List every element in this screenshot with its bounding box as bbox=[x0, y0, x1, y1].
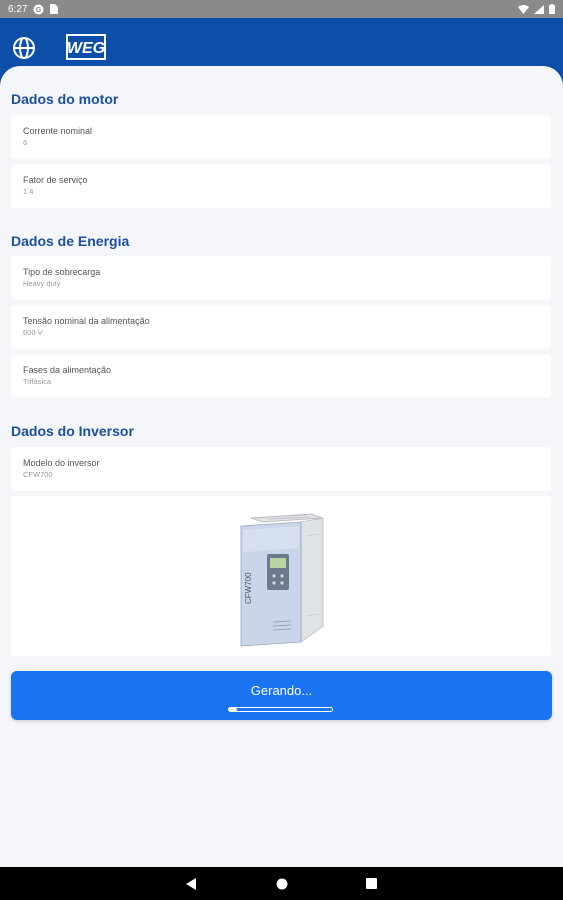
field-fases-alimentacao[interactable]: Fases da alimentação Trifásica bbox=[11, 354, 551, 398]
section-title-inverter: Dados do Inversor bbox=[11, 423, 134, 439]
field-tipo-sobrecarga[interactable]: Tipo de sobrecarga Heavy duty bbox=[11, 256, 551, 300]
field-corrente-nominal[interactable]: Corrente nominal 6 bbox=[11, 115, 551, 159]
field-label: Modelo do inversor bbox=[23, 458, 100, 468]
main-content: Dados do motor Corrente nominal 6 Fator … bbox=[0, 66, 563, 867]
signal-icon bbox=[534, 4, 544, 14]
field-label: Tipo de sobrecarga bbox=[23, 267, 101, 277]
generate-button[interactable]: Gerando... bbox=[11, 671, 552, 720]
field-fator-servico[interactable]: Fator de serviço 1.4 bbox=[11, 164, 551, 208]
field-tensao-nominal[interactable]: Tensão nominal da alimentação 600 V bbox=[11, 305, 551, 349]
field-value: Heavy duty bbox=[23, 279, 61, 288]
field-value: 600 V bbox=[23, 328, 43, 337]
generate-progress-fill bbox=[229, 708, 238, 711]
generate-progress-bar bbox=[228, 707, 333, 712]
inverter-image: CFW700 bbox=[240, 513, 324, 647]
field-value: CFW700 bbox=[23, 470, 53, 479]
generate-button-label: Gerando... bbox=[250, 683, 313, 698]
field-value: Trifásica bbox=[23, 377, 52, 386]
section-title-energy: Dados de Energia bbox=[11, 233, 130, 249]
home-icon[interactable] bbox=[276, 878, 288, 890]
g-icon: G bbox=[33, 4, 44, 14]
system-nav-bar bbox=[0, 867, 563, 900]
field-label: Corrente nominal bbox=[23, 126, 93, 136]
recents-icon[interactable] bbox=[366, 878, 377, 889]
svg-text:G: G bbox=[36, 7, 42, 14]
field-label: Tensão nominal da alimentação bbox=[23, 316, 150, 326]
wifi-icon bbox=[518, 4, 529, 14]
field-label: Fator de serviço bbox=[23, 175, 88, 185]
section-title-motor: Dados do motor bbox=[11, 91, 119, 107]
status-time: 6:27 bbox=[8, 3, 28, 15]
inverter-model-text: CFW700 bbox=[244, 572, 253, 604]
globe-icon[interactable] bbox=[12, 36, 36, 60]
sim-icon bbox=[50, 4, 59, 14]
field-label: Fases da alimentação bbox=[23, 365, 112, 375]
weg-logo: WEG bbox=[66, 34, 106, 60]
brand-text: WEG bbox=[67, 40, 105, 57]
inverter-image-card: CFW700 bbox=[11, 496, 551, 656]
battery-icon bbox=[549, 4, 555, 14]
status-bar: 6:27 G bbox=[0, 0, 563, 18]
field-modelo-inversor[interactable]: Modelo do inversor CFW700 bbox=[11, 447, 551, 491]
back-icon[interactable] bbox=[185, 878, 197, 890]
field-value: 1.4 bbox=[23, 187, 34, 196]
field-value: 6 bbox=[23, 138, 28, 147]
